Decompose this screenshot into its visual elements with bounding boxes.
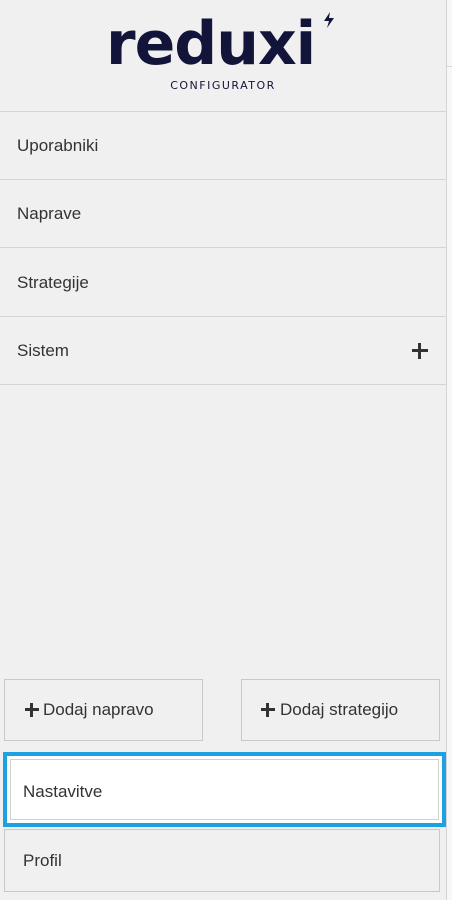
add-strategy-button[interactable]: Dodaj strategijo (241, 679, 440, 741)
sidebar: reduxi CONFIGURATOR Uporabniki Naprave S… (0, 0, 447, 900)
plus-icon (25, 703, 39, 717)
add-strategy-label: Dodaj strategijo (280, 700, 399, 719)
lightning-bolt-icon (324, 12, 334, 28)
logo-subtitle: CONFIGURATOR (170, 79, 276, 92)
sidebar-item-label: Naprave (17, 204, 82, 223)
logo-wordmark: reduxi (106, 9, 316, 79)
sidebar-item-naprave[interactable]: Naprave (0, 180, 446, 248)
sidebar-item-label: Sistem (17, 341, 69, 360)
add-device-label: Dodaj napravo (43, 700, 154, 719)
settings-label: Nastavitve (23, 782, 103, 801)
plus-icon[interactable] (412, 343, 428, 359)
content-edge (447, 0, 452, 900)
sidebar-item-uporabniki[interactable]: Uporabniki (0, 112, 446, 180)
sidebar-item-sistem[interactable]: Sistem (0, 317, 446, 385)
profile-button[interactable]: Profil (4, 829, 440, 892)
add-device-button[interactable]: Dodaj napravo (4, 679, 203, 741)
sidebar-item-label: Strategije (17, 273, 89, 292)
sidebar-item-strategije[interactable]: Strategije (0, 249, 446, 317)
profile-label: Profil (23, 851, 62, 870)
plus-icon (261, 703, 275, 717)
settings-button[interactable]: Nastavitve (3, 752, 446, 827)
sidebar-item-label: Uporabniki (17, 136, 99, 155)
logo[interactable]: reduxi CONFIGURATOR (0, 0, 446, 112)
divider (447, 66, 452, 67)
